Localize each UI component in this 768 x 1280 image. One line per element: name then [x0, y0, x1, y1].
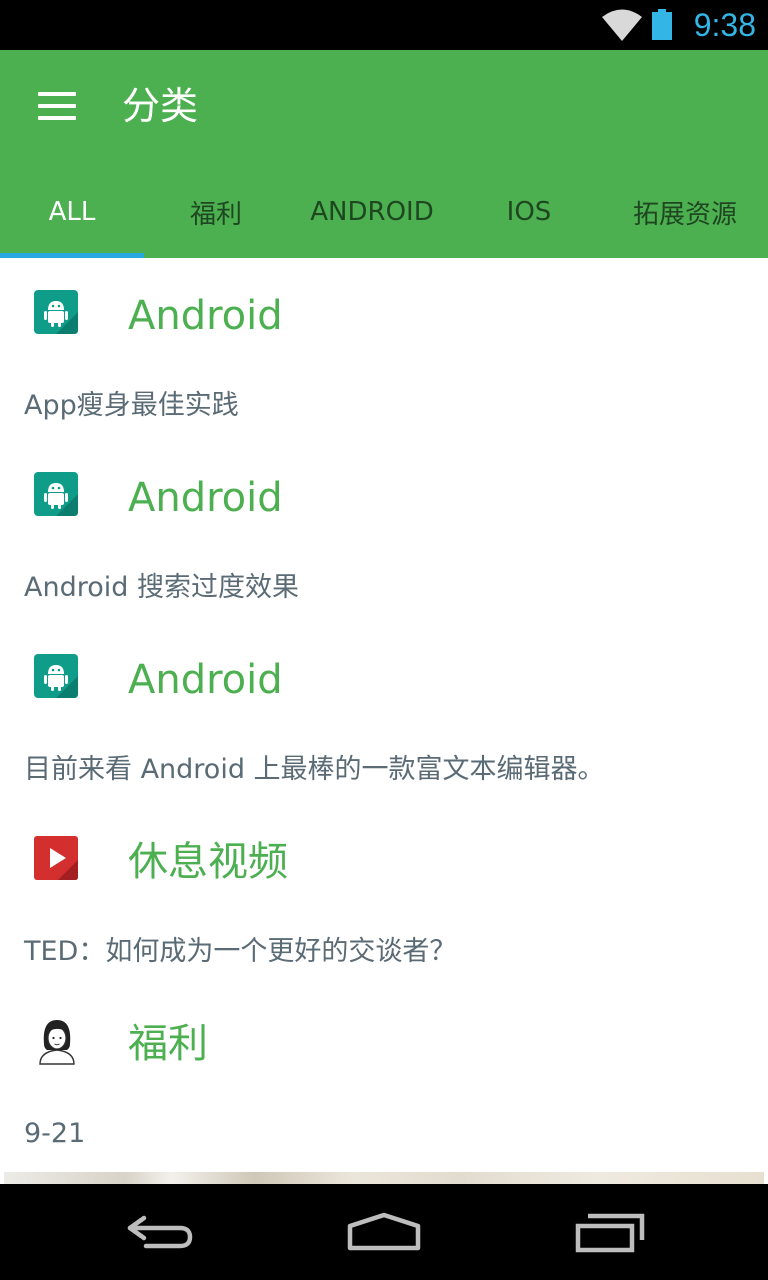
- item-category: Android: [128, 475, 283, 521]
- android-icon: [34, 472, 78, 516]
- android-icon: [34, 654, 78, 698]
- list-item[interactable]: Android App瘦身最佳实践: [0, 258, 768, 440]
- battery-icon: [652, 9, 672, 40]
- page-title: 分类: [122, 84, 199, 128]
- app-toolbar: 分类 ALL 福利 ANDROID IOS 拓展资源: [0, 50, 768, 258]
- girl-avatar-icon: [39, 1020, 75, 1065]
- item-category: Android: [128, 293, 283, 339]
- back-icon[interactable]: [116, 1202, 206, 1262]
- tab-all[interactable]: ALL: [0, 166, 144, 258]
- list-item[interactable]: Android Android 搜索过度效果: [0, 440, 768, 622]
- item-description: 目前来看 Android 上最棒的一款富文本编辑器。: [24, 754, 605, 785]
- video-play-icon: [34, 836, 78, 880]
- home-icon[interactable]: [339, 1202, 429, 1262]
- android-icon: [34, 290, 78, 334]
- status-time: 9:38: [693, 7, 756, 43]
- list-item[interactable]: 福利 9-21: [0, 986, 768, 1168]
- list-item[interactable]: Android 目前来看 Android 上最棒的一款富文本编辑器。: [0, 622, 768, 804]
- item-image-preview[interactable]: [4, 1172, 764, 1184]
- tab-resources[interactable]: 拓展资源: [602, 166, 768, 258]
- category-tabs: ALL 福利 ANDROID IOS 拓展资源: [0, 166, 768, 258]
- list-item[interactable]: 休息视频 TED：如何成为一个更好的交谈者？: [0, 804, 768, 986]
- hamburger-menu-icon[interactable]: [24, 82, 88, 130]
- wifi-icon: [602, 9, 642, 41]
- item-category: 福利: [128, 1021, 208, 1067]
- tab-fuli[interactable]: 福利: [144, 166, 288, 258]
- item-description: 9-21: [24, 1118, 86, 1149]
- tab-ios[interactable]: IOS: [456, 166, 602, 258]
- item-description: App瘦身最佳实践: [24, 390, 239, 421]
- item-category: Android: [128, 657, 283, 703]
- tab-android[interactable]: ANDROID: [288, 166, 456, 258]
- system-nav-bar: [0, 1184, 768, 1280]
- item-category: 休息视频: [128, 839, 288, 885]
- item-description: Android 搜索过度效果: [24, 572, 299, 603]
- recent-apps-icon[interactable]: [566, 1202, 656, 1262]
- item-description: TED：如何成为一个更好的交谈者？: [24, 936, 457, 967]
- status-bar: 9:38: [0, 0, 768, 50]
- feed-list[interactable]: Android App瘦身最佳实践 Android Android 搜索过度效果: [0, 258, 768, 1184]
